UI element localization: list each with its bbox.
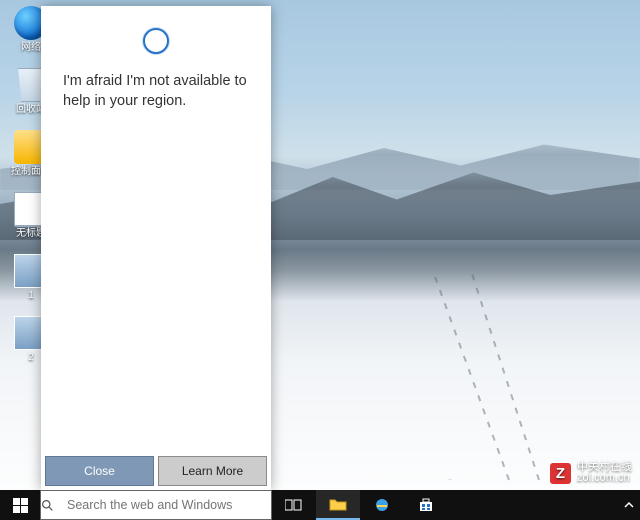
taskbar-app-ie[interactable]	[360, 490, 404, 520]
task-view-button[interactable]	[272, 490, 316, 520]
wallpaper-snow-tracks	[320, 260, 580, 480]
cortana-message: I'm afraid I'm not available to help in …	[41, 72, 271, 111]
tray-overflow-button[interactable]	[624, 500, 634, 510]
start-button[interactable]	[0, 490, 40, 520]
store-icon	[418, 497, 434, 513]
cortana-panel: I'm afraid I'm not available to help in …	[41, 6, 271, 490]
windows-logo-icon	[13, 498, 28, 513]
watermark: Z 中关村在线 zol.com.cn	[550, 462, 632, 484]
taskbar	[0, 490, 640, 520]
taskbar-app-store[interactable]	[404, 490, 448, 520]
chevron-up-icon	[624, 500, 634, 510]
system-tray	[618, 490, 640, 520]
folder-icon	[329, 497, 347, 511]
task-view-icon	[285, 498, 303, 512]
watermark-logo: Z	[550, 463, 571, 484]
spacer	[41, 111, 271, 452]
cortana-button-row: Close Learn More	[41, 452, 271, 490]
search-input[interactable]	[67, 491, 271, 519]
learn-more-button[interactable]: Learn More	[158, 456, 267, 486]
watermark-text: 中关村在线 zol.com.cn	[577, 462, 632, 484]
taskbar-search[interactable]	[40, 490, 272, 520]
close-button[interactable]: Close	[45, 456, 154, 486]
taskbar-app-explorer[interactable]	[316, 490, 360, 520]
desktop[interactable]: 网络 回收站 控制面板 无标题 1 2 I'm afraid I'm not a…	[0, 0, 640, 520]
cortana-ring-icon	[143, 28, 169, 54]
search-icon	[41, 499, 67, 512]
ie-icon	[374, 497, 390, 513]
